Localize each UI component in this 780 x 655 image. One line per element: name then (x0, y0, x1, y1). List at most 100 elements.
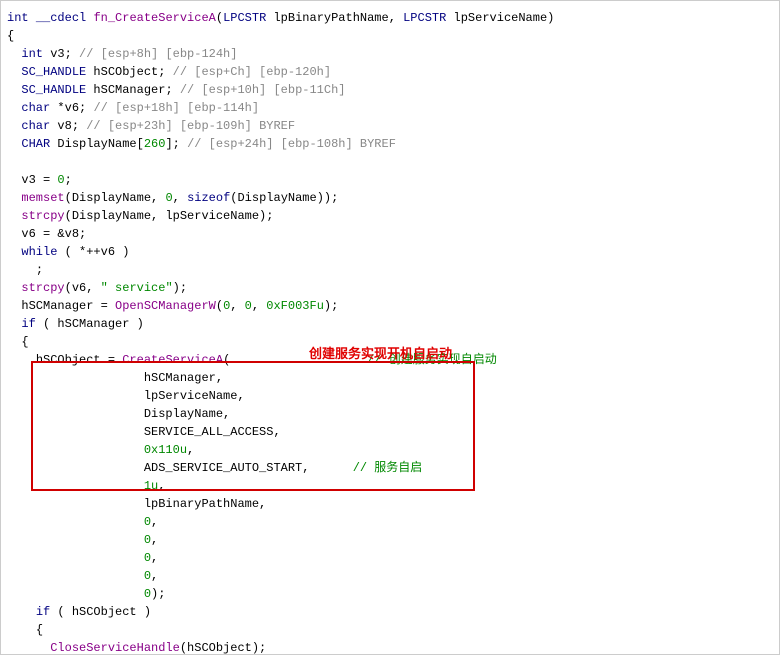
kw-sizeof: sizeof (187, 191, 230, 205)
semi: ; (165, 83, 172, 97)
comment-cn: // 服务自启 (353, 461, 423, 475)
var-hscmanager: hSCManager (93, 83, 165, 97)
args: , (252, 299, 266, 313)
csa-arg: lpServiceName, (144, 389, 245, 403)
sq-close: ] (165, 137, 172, 151)
expr: v6 = &v8; (21, 227, 86, 241)
comma: , (158, 479, 165, 493)
comment: // [esp+Ch] [ebp-120h] (173, 65, 331, 79)
var-displayname: DisplayName (57, 137, 136, 151)
kw-int: int (21, 47, 43, 61)
kw-cdecl: __cdecl (36, 11, 86, 25)
csa-arg: SERVICE_ALL_ACCESS, (144, 425, 281, 439)
num: 0 (144, 569, 151, 583)
var-hscobject: hSCObject (93, 65, 158, 79)
semi: ; (36, 263, 43, 277)
csa-arg: hSCManager, (144, 371, 223, 385)
csa-arg: ADS_SERVICE_AUTO_START, (144, 461, 310, 475)
args: ( (223, 353, 230, 367)
comma: , (151, 569, 158, 583)
args: (DisplayName)); (230, 191, 338, 205)
args: , (173, 191, 187, 205)
num: 0 (57, 173, 64, 187)
args: ); (173, 281, 187, 295)
type-schandle: SC_HANDLE (21, 83, 86, 97)
num: 1u (144, 479, 158, 493)
kw-if: if (36, 605, 50, 619)
kw-char: char (21, 119, 50, 133)
csa-arg: DisplayName, (144, 407, 230, 421)
var-v3: v3 (50, 47, 64, 61)
kw-while: while (21, 245, 57, 259)
type-lpcstr: LPCSTR (403, 11, 446, 25)
expr: v3 = (21, 173, 57, 187)
brace: { (21, 335, 28, 349)
fn-createservicea: CreateServiceA (122, 353, 223, 367)
num-260: 260 (144, 137, 166, 151)
semi: ; (65, 47, 72, 61)
p-open: ( (216, 11, 223, 25)
comment: // [esp+24h] [ebp-108h] BYREF (187, 137, 396, 151)
var-v6: *v6 (57, 101, 79, 115)
num: 0 (144, 515, 151, 529)
fn-memset: memset (21, 191, 64, 205)
num: 0 (165, 191, 172, 205)
arg1: lpBinaryPathName (273, 11, 388, 25)
brace: { (36, 623, 43, 637)
comment: // [esp+18h] [ebp-114h] (93, 101, 259, 115)
num: 0 (144, 533, 151, 547)
comment: // [esp+10h] [ebp-11Ch] (180, 83, 346, 97)
comma: , (151, 551, 158, 565)
fn-openscmanager: OpenSCManagerW (115, 299, 216, 313)
args: ( (216, 299, 223, 313)
expr: hSCManager = (21, 299, 115, 313)
str: " service" (101, 281, 173, 295)
close: ); (151, 587, 165, 601)
fn-strcpy: strcpy (21, 281, 64, 295)
kw-if: if (21, 317, 35, 331)
semi: ; (79, 101, 86, 115)
fn-strcpy: strcpy (21, 209, 64, 223)
args: (DisplayName, lpServiceName); (65, 209, 274, 223)
num: 0 (144, 551, 151, 565)
expr: hSCObject = (36, 353, 122, 367)
comma: , (151, 533, 158, 547)
args: ); (324, 299, 338, 313)
fn-closeservicehandle: CloseServiceHandle (50, 641, 180, 655)
sq-open: [ (137, 137, 144, 151)
kw-char: char (21, 101, 50, 115)
type-lpcstr: LPCSTR (223, 11, 266, 25)
num: 0x110u (144, 443, 187, 457)
var-v8: v8 (57, 119, 71, 133)
comma: , (389, 11, 403, 25)
semi: ; (173, 137, 180, 151)
args: (v6, (65, 281, 101, 295)
code-block: int __cdecl fn_CreateServiceA(LPCSTR lpB… (7, 9, 779, 655)
semi: ; (72, 119, 79, 133)
args: , (230, 299, 244, 313)
p-close: ) (547, 11, 554, 25)
comment: // [esp+8h] [ebp-124h] (79, 47, 237, 61)
comma: , (187, 443, 194, 457)
type-char: CHAR (21, 137, 50, 151)
num: 0 (245, 299, 252, 313)
comment: // [esp+23h] [ebp-109h] BYREF (86, 119, 295, 133)
comma: , (151, 515, 158, 529)
brace: { (7, 29, 14, 43)
args: (DisplayName, (65, 191, 166, 205)
arg2: lpServiceName (454, 11, 548, 25)
args: (hSCObject); (180, 641, 266, 655)
fn-name: fn_CreateServiceA (93, 11, 215, 25)
code-viewer: int __cdecl fn_CreateServiceA(LPCSTR lpB… (0, 0, 780, 655)
semi: ; (65, 173, 72, 187)
cond: ( hSCObject ) (50, 605, 151, 619)
semi: ; (158, 65, 165, 79)
num: 0 (144, 587, 151, 601)
kw-int: int (7, 11, 29, 25)
type-schandle: SC_HANDLE (21, 65, 86, 79)
cond: ( *++v6 ) (57, 245, 129, 259)
csa-arg: lpBinaryPathName, (144, 497, 266, 511)
annotation-label: 创建服务实现开机自启动 (309, 343, 452, 362)
num: 0xF003Fu (266, 299, 324, 313)
cond: ( hSCManager ) (36, 317, 144, 331)
